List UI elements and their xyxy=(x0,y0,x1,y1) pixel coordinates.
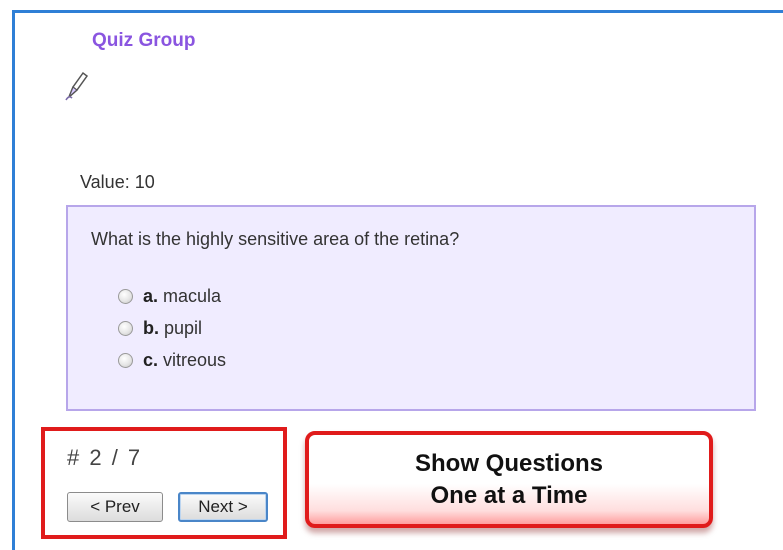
radio-button-c[interactable] xyxy=(118,352,133,368)
question-navigation-highlight: # 2 / 7 < Prev Next > xyxy=(41,427,287,539)
radio-button-b[interactable] xyxy=(118,320,133,336)
question-text: What is the highly sensitive area of the… xyxy=(91,229,460,249)
question-value: Value: 10 xyxy=(80,172,155,192)
pencil-edit-icon[interactable] xyxy=(63,67,89,103)
option-letter: c. xyxy=(143,349,159,370)
callout-line-2: One at a Time xyxy=(430,481,588,509)
question-panel: What is the highly sensitive area of the… xyxy=(66,205,756,411)
quiz-group-title: Quiz Group xyxy=(92,30,196,51)
option-text: pupil xyxy=(164,317,203,338)
radio-button-a[interactable] xyxy=(118,288,133,304)
callout-line-1: Show Questions xyxy=(414,449,603,477)
callout-annotation: Show Questions One at a Time xyxy=(305,431,713,528)
option-letter: a. xyxy=(143,285,159,306)
question-counter: # 2 / 7 xyxy=(67,445,143,470)
answer-option-a[interactable]: a. macula xyxy=(118,284,221,308)
prev-button[interactable]: < Prev xyxy=(67,492,163,522)
option-text: macula xyxy=(163,285,222,306)
answer-option-b[interactable]: b. pupil xyxy=(118,316,202,340)
answer-option-c[interactable]: c. vitreous xyxy=(118,348,226,372)
next-button[interactable]: Next > xyxy=(178,492,268,522)
option-text: vitreous xyxy=(163,349,227,370)
option-letter: b. xyxy=(143,317,159,338)
